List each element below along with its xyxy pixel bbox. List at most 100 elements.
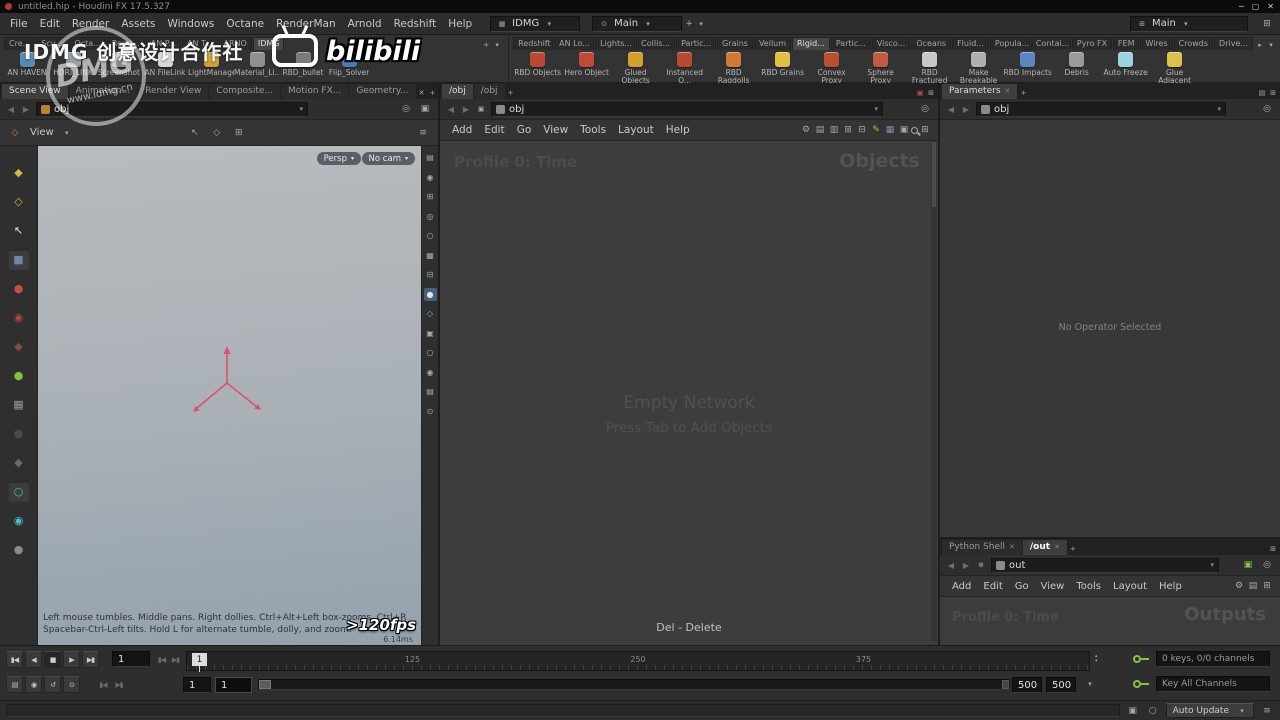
annotate-icon[interactable]: ✎ xyxy=(869,123,883,137)
wrench-icon[interactable]: ⚙ xyxy=(799,123,813,137)
add-tab-icon[interactable]: + xyxy=(1068,544,1078,554)
shelf-tab-active[interactable]: IDMG xyxy=(252,37,285,50)
tab-network-obj[interactable]: /obj xyxy=(442,84,473,99)
snap-sphere-icon[interactable]: ● xyxy=(8,423,30,444)
magnet-icon[interactable]: ● xyxy=(8,539,30,560)
pin-icon[interactable]: ◎ xyxy=(1260,102,1274,116)
shelf-tool[interactable]: Hero Object xyxy=(562,50,611,83)
shelf-tool[interactable]: RBD Grains xyxy=(758,50,807,83)
show-handles-icon[interactable]: ◆ xyxy=(8,162,30,183)
out-network-canvas[interactable]: Profile 0: Time Outputs xyxy=(940,597,1280,645)
close-tab-icon[interactable]: ✕ xyxy=(1009,543,1015,551)
shelf-tab[interactable]: Pyro FX xyxy=(1071,37,1112,50)
add-desktop-icon[interactable]: + xyxy=(682,17,696,31)
shelf-tool[interactable]: Sphere Proxy xyxy=(856,50,905,83)
viewport-3d[interactable]: Persp ▾ No cam ▾ Left mouse tumbles. Middl… xyxy=(38,146,421,645)
menu-tools[interactable]: Tools xyxy=(574,120,612,140)
set-key-icon[interactable] xyxy=(1133,655,1149,663)
display-toggle-icon[interactable]: ⊟ xyxy=(424,268,437,281)
shelf-tab[interactable]: Grains xyxy=(717,37,753,50)
secure-selection-icon[interactable]: ■ xyxy=(7,249,30,270)
forward-icon[interactable]: ▶ xyxy=(461,105,471,114)
shelf-tab[interactable]: AN P... xyxy=(145,37,181,50)
shelf-tool[interactable]: Debris xyxy=(1052,50,1101,83)
shelf-tab-active[interactable]: Rigid... xyxy=(792,37,830,50)
desktop-selector[interactable]: ▦ IDMG ▾ xyxy=(490,15,581,32)
menu-view[interactable]: View xyxy=(537,120,574,140)
orbit-icon[interactable]: ○ xyxy=(7,481,30,502)
chevron-down-icon[interactable]: ▾ xyxy=(62,128,72,138)
shelf-tab[interactable]: Visco... xyxy=(871,37,911,50)
menu-help[interactable]: Help xyxy=(660,120,696,140)
prev-keyframe-button[interactable]: ▮◀ xyxy=(155,651,168,668)
display-options-icon[interactable]: ≡ xyxy=(416,126,430,140)
next-keyframe-button[interactable]: ▶▮ xyxy=(169,651,182,668)
display-toggle-icon[interactable]: ▣ xyxy=(424,327,437,340)
shelf-tool[interactable]: Screenshot xyxy=(96,50,142,83)
display-toggle-icon[interactable]: ▤ xyxy=(424,385,437,398)
shelf-tab[interactable]: Rend... xyxy=(106,37,145,50)
shelf-tab[interactable]: Wires xyxy=(1140,37,1173,50)
shelf-tab[interactable]: Fluid... xyxy=(952,37,989,50)
translate-icon[interactable]: ● xyxy=(8,278,30,299)
back-icon[interactable]: ◀ xyxy=(946,105,956,114)
display-toggle-icon[interactable]: ⊞ xyxy=(424,190,437,203)
display-toggle-icon[interactable]: ◇ xyxy=(424,307,437,320)
out-path-field[interactable]: out ▾ xyxy=(991,557,1219,573)
memory-icon[interactable]: ▣ xyxy=(1126,704,1140,718)
shelf-tool[interactable]: Glued Objects xyxy=(611,50,660,83)
options-menu-icon[interactable]: ≡ xyxy=(1260,704,1274,718)
search-icon[interactable] xyxy=(911,126,918,134)
camera-select-button[interactable]: No cam ▾ xyxy=(361,152,415,165)
close-button[interactable]: ✕ xyxy=(1267,2,1274,11)
current-frame-field[interactable]: 1 xyxy=(112,651,150,667)
update-mode-select[interactable]: Auto Update ▾ xyxy=(1165,703,1254,718)
menu-file[interactable]: File xyxy=(4,13,34,34)
key-all-channels-field[interactable]: Key All Channels xyxy=(1156,676,1270,692)
tab-motion-fx[interactable]: Motion FX... xyxy=(281,84,349,99)
select-mode-icon[interactable]: ↖ xyxy=(188,126,202,140)
menu-octane[interactable]: Octane xyxy=(220,13,270,34)
shelf-tab[interactable]: Redshift xyxy=(513,37,554,50)
list-view-icon[interactable]: ▥ xyxy=(827,123,841,137)
timeline[interactable]: 125 250 375 1 xyxy=(186,651,1090,672)
shelf-tool[interactable]: LightManager xyxy=(188,50,234,83)
menu-help[interactable]: Help xyxy=(1153,576,1188,596)
pane-split-icon[interactable]: ⊞ xyxy=(1268,544,1278,554)
shelf-tool[interactable]: Glue Adjacent xyxy=(1150,50,1199,83)
tab-animation-editor[interactable]: Animation... xyxy=(68,84,138,99)
shelf-tool[interactable]: RBD Fractured Object xyxy=(905,50,954,83)
shelf-tool[interactable]: HDRI_LINK xyxy=(50,50,96,83)
tab-out[interactable]: /out ✕ xyxy=(1022,540,1067,555)
menu-edit[interactable]: Edit xyxy=(478,120,510,140)
back-icon[interactable]: ◀ xyxy=(6,105,16,114)
forward-icon[interactable]: ▶ xyxy=(961,561,971,570)
shelf-tab[interactable]: Crowds xyxy=(1173,37,1214,50)
pin-icon[interactable]: ◎ xyxy=(918,102,932,116)
shelf-tab[interactable]: Collis... xyxy=(636,37,676,50)
display-toggle-icon[interactable]: ◎ xyxy=(424,210,437,223)
construction-plane-icon[interactable]: ▦ xyxy=(8,394,30,415)
tab-render-view[interactable]: Render View xyxy=(138,84,209,99)
menu-add[interactable]: Add xyxy=(946,576,977,596)
display-toggle-icon[interactable]: ▦ xyxy=(424,249,437,262)
forward-icon[interactable]: ▶ xyxy=(21,105,31,114)
shelf-tool[interactable]: Make Breakable xyxy=(954,50,1003,83)
close-tab-icon[interactable]: ✕ xyxy=(1005,87,1011,95)
pane-menu-icon[interactable]: ▤ xyxy=(1257,88,1267,98)
jump-to-start-button[interactable]: ▮◀ xyxy=(6,651,23,668)
add-tab-icon[interactable]: + xyxy=(1018,88,1028,98)
menu-go[interactable]: Go xyxy=(1009,576,1035,596)
pane-split-icon[interactable]: ⊞ xyxy=(1268,88,1278,98)
shelf-overflow-icon[interactable]: ▸ xyxy=(1255,40,1265,50)
back-icon[interactable]: ◀ xyxy=(446,105,456,114)
shelf-tool[interactable]: Material_Li... xyxy=(234,50,280,83)
flipbook-button[interactable]: ▤ xyxy=(6,676,23,693)
display-toggle-icon[interactable]: ▤ xyxy=(424,151,437,164)
range-options-icon[interactable]: ▾ xyxy=(1085,679,1095,689)
menu-redshift[interactable]: Redshift xyxy=(388,13,443,34)
stop-button[interactable]: ■ xyxy=(44,651,61,668)
shelf-tool[interactable]: RBD Ragdolls xyxy=(709,50,758,83)
palette-icon[interactable]: ▦ xyxy=(883,123,897,137)
frame-spinner[interactable]: ▴ ▾ xyxy=(1095,654,1098,664)
